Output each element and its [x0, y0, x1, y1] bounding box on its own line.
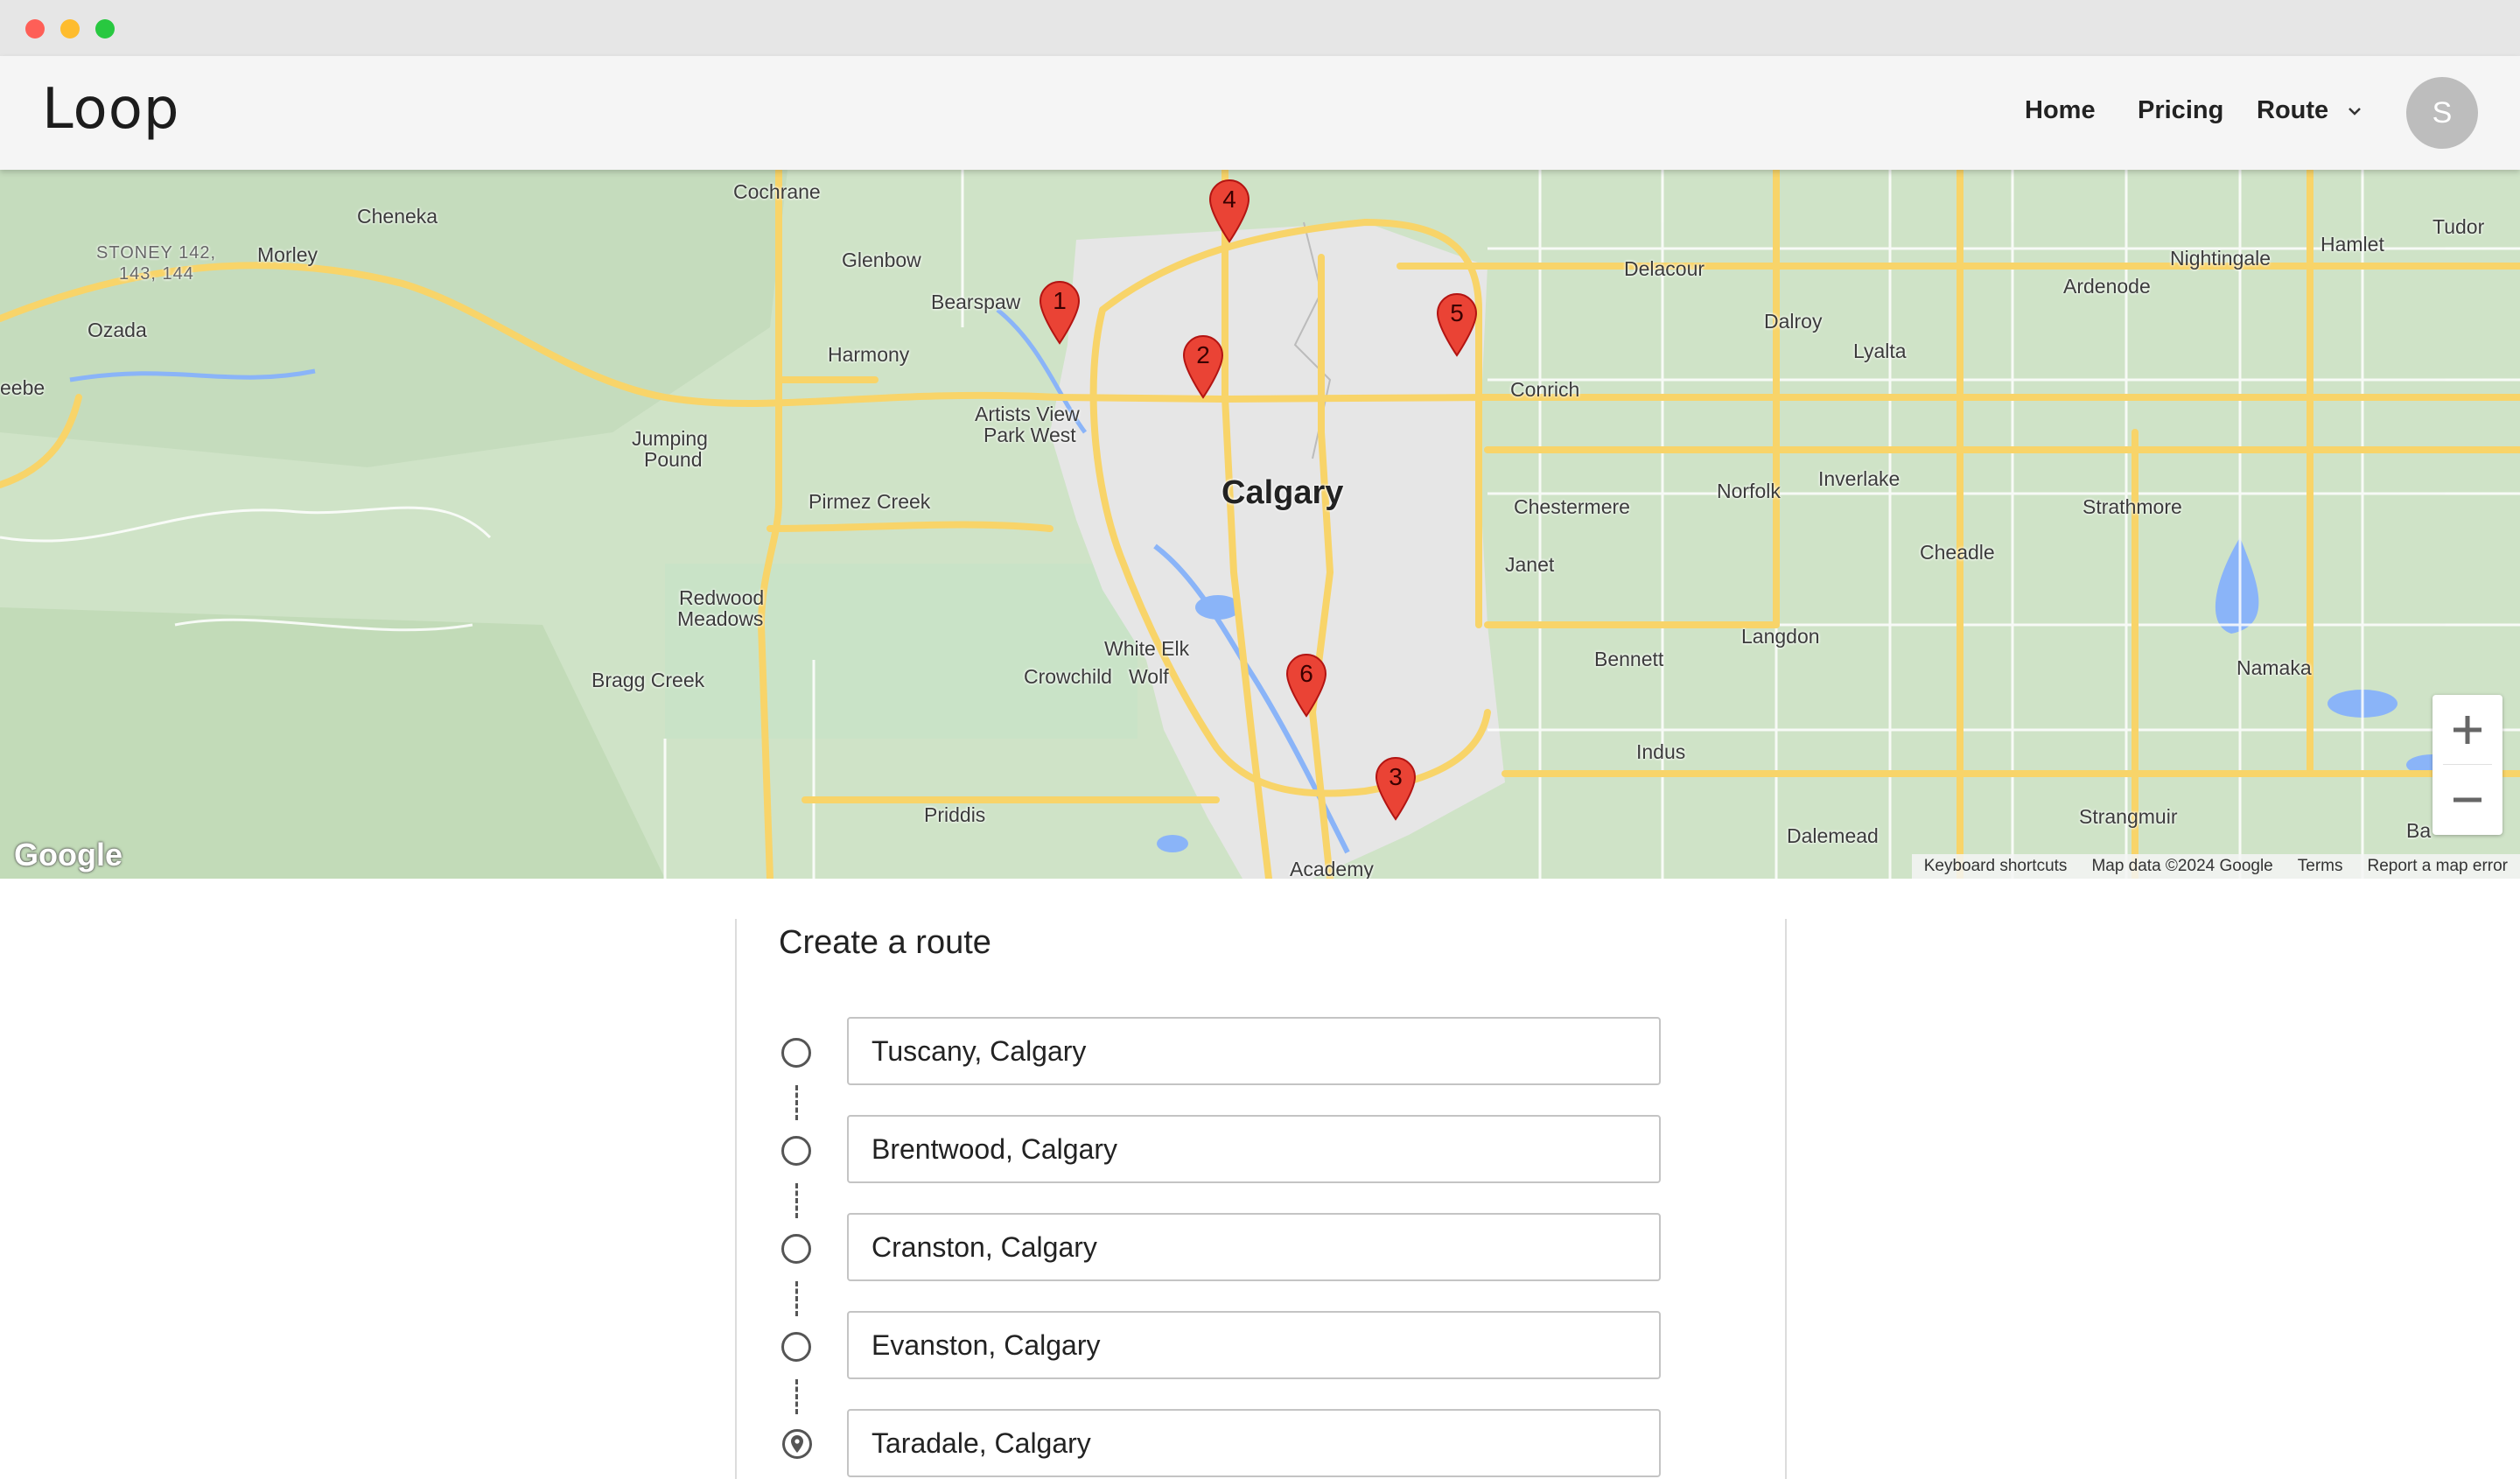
map-label: Redwood [679, 586, 765, 609]
map-label: White Elk [1104, 637, 1190, 660]
nav-route-menu[interactable]: Route [2257, 96, 2328, 125]
plus-icon [2454, 716, 2482, 744]
map-label: Delacour [1624, 257, 1705, 280]
report-error-link[interactable]: Report a map error [2355, 857, 2520, 876]
map-label: Lyalta [1853, 340, 1907, 362]
map-label: Cheneka [357, 205, 438, 228]
map-label: Janet [1505, 553, 1555, 576]
map-label: Meadows [677, 607, 764, 630]
location-pin-icon [782, 1429, 812, 1459]
route-map[interactable]: Cochrane Cheneka STONEY 142, 143, 144 Mo… [0, 170, 2520, 879]
map-label: Indus [1636, 740, 1686, 763]
map-label: Langdon [1741, 625, 1820, 648]
map-label: Hamlet [2320, 233, 2384, 256]
zoom-control [2432, 695, 2502, 835]
route-pin-3[interactable]: 3 [1374, 756, 1418, 821]
map-label: Strangmuir [2079, 805, 2178, 828]
connector-line [795, 1183, 798, 1218]
map-label: Ozada [88, 319, 147, 341]
map-label: Pound [644, 448, 703, 471]
map-label: Wolf [1129, 665, 1169, 688]
window-titlebar [0, 0, 2520, 56]
connector-line [795, 1085, 798, 1120]
map-label: Bragg Creek [592, 669, 705, 691]
map-label: Norfolk [1717, 480, 1781, 502]
map-label: Priddis [924, 803, 986, 826]
circle-icon [781, 1332, 811, 1362]
map-label: Strathmore [2082, 495, 2182, 518]
map-label: Bearspaw [931, 291, 1021, 313]
user-avatar[interactable]: S [2406, 77, 2478, 149]
nav-pricing-link[interactable]: Pricing [2138, 96, 2223, 125]
map-data-text: Map data ©2024 Google [2091, 857, 2273, 875]
map-label: Ardenode [2063, 275, 2151, 298]
map-label: Tudor [2432, 215, 2485, 238]
pin-label: 1 [1053, 287, 1067, 314]
map-label: Harmony [828, 343, 910, 366]
terms-link[interactable]: Terms [2286, 857, 2356, 876]
route-pin-5[interactable]: 5 [1435, 292, 1479, 357]
route-pin-1[interactable]: 1 [1038, 280, 1082, 345]
maximize-window-button[interactable] [95, 19, 115, 39]
map-label: Cochrane [733, 180, 821, 203]
map-label: Crowchild [1024, 665, 1112, 688]
map-label: Nightingale [2170, 247, 2272, 270]
map-attribution: Keyboard shortcuts Map data ©2024 Google… [1911, 854, 2520, 879]
stop-3-input[interactable] [847, 1213, 1661, 1281]
nav-home-link[interactable]: Home [2025, 96, 2096, 125]
map-label: Glenbow [842, 249, 921, 271]
stop-2-input[interactable] [847, 1115, 1661, 1183]
map-label: Dalroy [1764, 310, 1823, 333]
map-city-label: Calgary [1222, 474, 1344, 511]
zoom-out-button[interactable] [2432, 765, 2502, 835]
stop-4-input[interactable] [847, 1311, 1661, 1379]
map-label: Dalemead [1787, 824, 1879, 847]
close-window-button[interactable] [25, 19, 45, 39]
stop-5-input[interactable] [847, 1409, 1661, 1477]
map-label: Artists View [975, 403, 1080, 425]
map-label: Jumping [632, 427, 708, 450]
map-label: Pirmez Creek [808, 490, 931, 513]
circle-icon [781, 1136, 811, 1166]
circle-icon [781, 1038, 811, 1068]
map-label: Park West [984, 424, 1076, 446]
map-label: Ba [2406, 819, 2432, 842]
pin-label: 3 [1389, 763, 1403, 790]
pin-label: 2 [1196, 341, 1210, 368]
map-label: Cheadle [1920, 541, 1995, 564]
pin-label: 6 [1299, 660, 1313, 687]
map-label: Inverlake [1818, 467, 1900, 490]
map-label: 143, 144 [119, 264, 194, 284]
map-label: Bennett [1594, 648, 1664, 670]
map-label: Conrich [1510, 378, 1580, 401]
zoom-in-button[interactable] [2432, 695, 2502, 765]
circle-icon [781, 1234, 811, 1264]
route-pin-2[interactable]: 2 [1181, 334, 1225, 399]
pin-label: 5 [1450, 299, 1464, 326]
connector-line [795, 1379, 798, 1414]
route-pin-6[interactable]: 6 [1284, 653, 1328, 718]
chevron-down-icon[interactable] [2348, 104, 2362, 118]
map-label: Academy [1290, 858, 1374, 879]
route-pin-4[interactable]: 4 [1208, 179, 1251, 243]
map-label: Chestermere [1514, 495, 1630, 518]
map-label: Namaka [2236, 656, 2312, 679]
google-logo[interactable]: Google [14, 837, 122, 873]
brand-logo[interactable]: Loop [42, 77, 179, 142]
stop-1-input[interactable] [847, 1017, 1661, 1085]
minimize-window-button[interactable] [60, 19, 80, 39]
keyboard-shortcuts-link[interactable]: Keyboard shortcuts [1912, 857, 2080, 876]
create-route-panel: Create a route [735, 919, 1787, 1479]
pin-label: 4 [1222, 186, 1236, 213]
app-header: Loop Home Pricing Route S [0, 56, 2520, 170]
map-label: STONEY 142, [96, 243, 216, 263]
panel-title: Create a route [779, 924, 991, 961]
map-label: eebe [0, 376, 46, 399]
connector-line [795, 1281, 798, 1316]
map-label: Morley [257, 243, 318, 266]
minus-icon [2454, 797, 2482, 803]
